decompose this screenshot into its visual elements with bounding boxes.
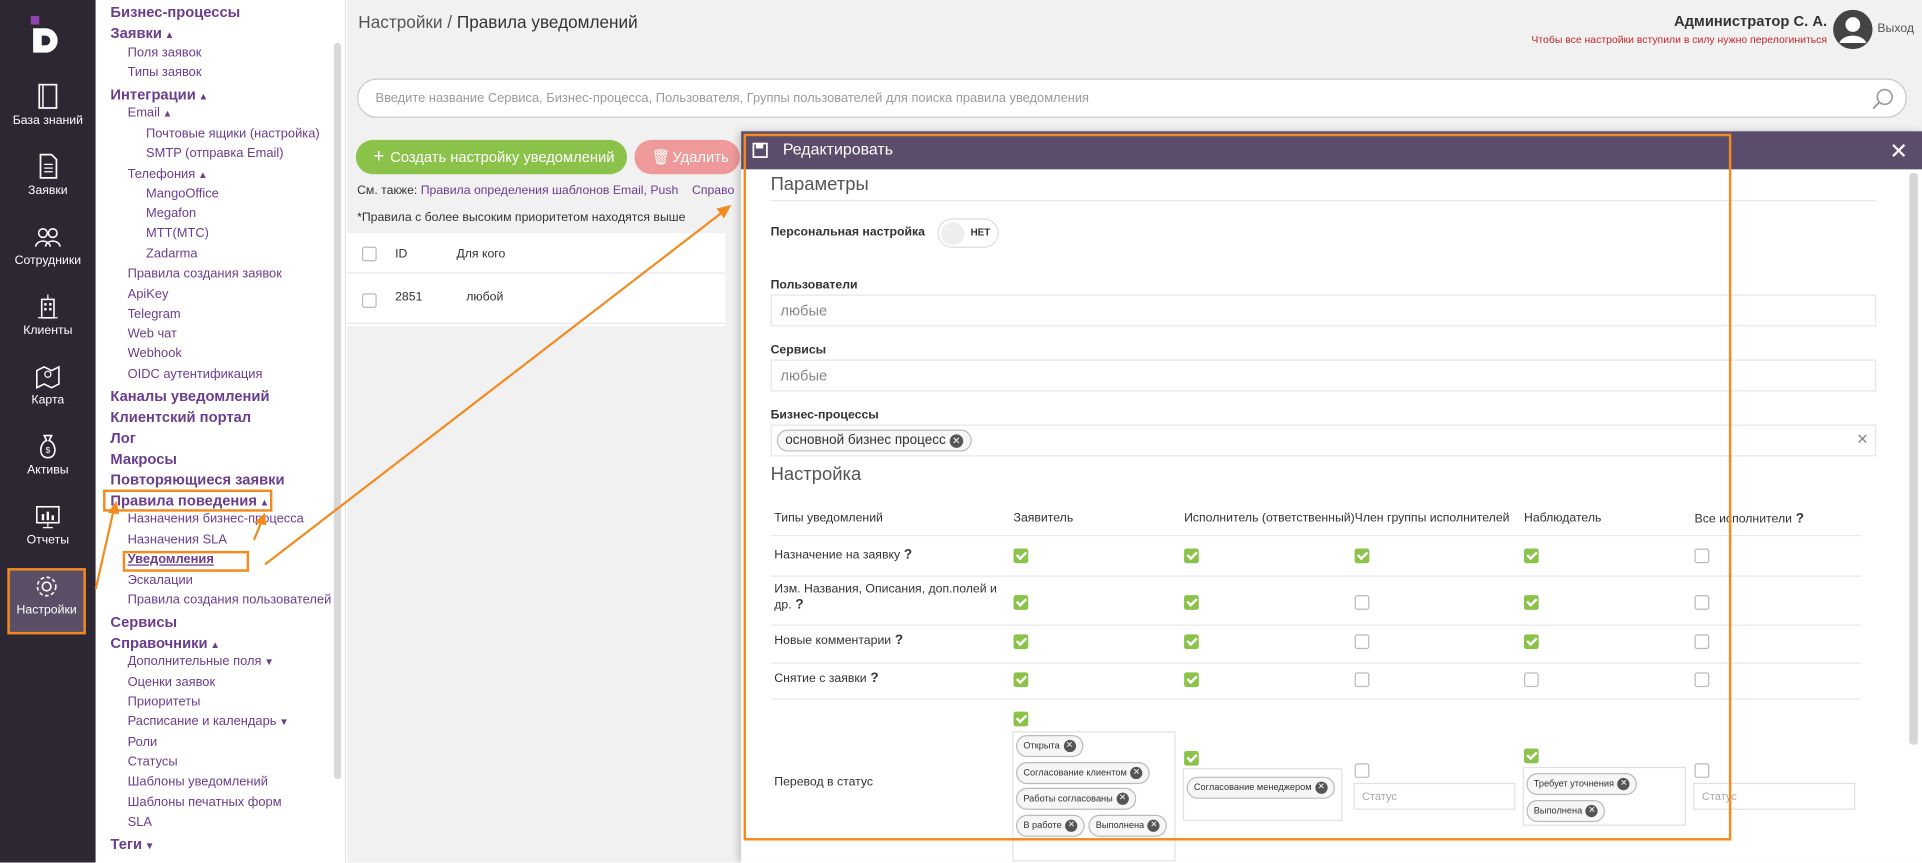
close-icon[interactable]: ✕ [1890,139,1909,165]
clear-icon[interactable]: ✕ [1856,431,1868,448]
modal-highlight [743,133,1732,841]
help-icon[interactable]: ? [1792,512,1804,527]
modal-scrollbar[interactable] [1909,173,1918,745]
